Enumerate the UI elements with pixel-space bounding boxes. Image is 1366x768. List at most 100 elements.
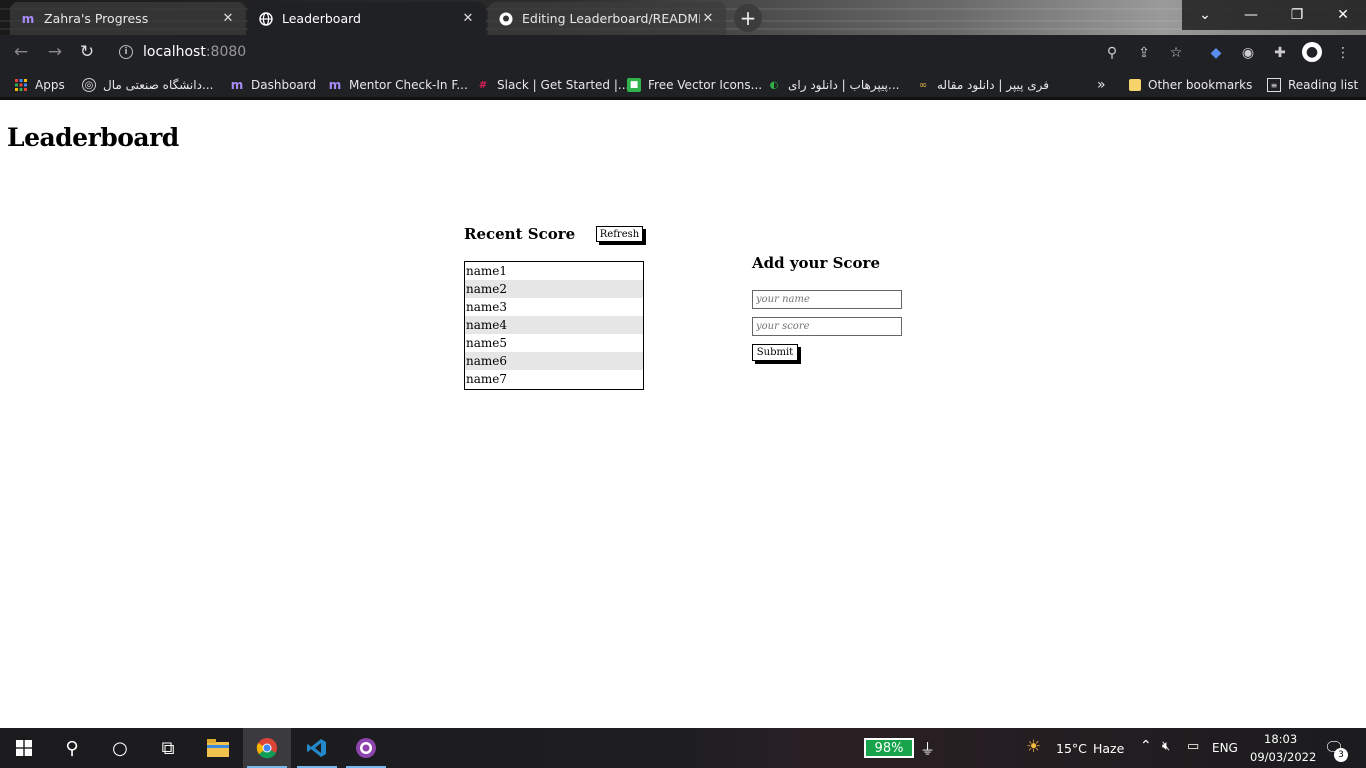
tab-title: Editing Leaderboard/README.m	[522, 11, 700, 26]
profile-avatar-icon[interactable]: ●	[1302, 42, 1322, 62]
github-icon	[498, 11, 514, 27]
bookmark-other-folder[interactable]: Other bookmarks	[1129, 76, 1252, 94]
page-title: Leaderboard	[7, 123, 179, 152]
list-item: name6	[465, 352, 643, 370]
list-item: name7	[466, 372, 507, 386]
reading-list-icon: ≡	[1267, 78, 1281, 92]
close-icon[interactable]: ✕	[700, 11, 716, 27]
paperhub-icon: ◐	[769, 79, 779, 91]
bookmark-label: Other bookmarks	[1148, 78, 1253, 92]
charging-plug-icon: ⏚	[920, 740, 936, 758]
bookmark-label: Mentor Check-In F...	[349, 78, 468, 92]
weather-desc[interactable]: Haze	[1093, 741, 1124, 756]
bookmark-label: Apps	[35, 78, 65, 92]
list-item: name5	[466, 336, 507, 350]
tab-search-chevron-icon[interactable]: ⌄	[1182, 0, 1228, 30]
list-item: name4	[465, 316, 643, 334]
show-hidden-icons-chevron-icon[interactable]: ⌃	[1140, 738, 1152, 754]
zoom-icon[interactable]: ⚲	[1103, 44, 1121, 62]
extension-shield-icon[interactable]: ◆	[1207, 44, 1225, 62]
new-tab-button[interactable]: +	[734, 4, 762, 32]
weather-temp[interactable]: 15°C	[1056, 741, 1087, 756]
clock-date[interactable]: 09/03/2022	[1250, 750, 1316, 764]
tab-title: Leaderboard	[282, 11, 361, 26]
search-icon[interactable]: ⚲	[48, 728, 96, 768]
battery-meter[interactable]: 98%	[864, 738, 914, 758]
reload-icon[interactable]: ↻	[77, 42, 97, 62]
close-icon[interactable]: ✕	[460, 11, 476, 27]
bookmark-label: پیپرهاب | دانلود رای...	[788, 78, 900, 92]
tab-title: Zahra's Progress	[44, 11, 149, 26]
score-input[interactable]	[752, 317, 902, 336]
address-bar[interactable]: i localhost:8080	[108, 39, 1158, 65]
bookmark-freepaper[interactable]: ∞ فری پیپر | دانلود مقاله	[916, 76, 1049, 94]
github-desktop-icon[interactable]	[342, 728, 390, 768]
clock-time[interactable]: 18:03	[1264, 732, 1297, 746]
bookmark-apps[interactable]: Apps	[14, 76, 65, 94]
bookmark-paperhub[interactable]: ◐ پیپرهاب | دانلود رای...	[767, 76, 900, 94]
refresh-button[interactable]: Refresh	[596, 226, 643, 242]
list-item: name1	[466, 264, 507, 278]
submit-button[interactable]: Submit	[752, 344, 798, 361]
university-icon: ◎	[82, 78, 96, 92]
m-logo-icon: m	[230, 78, 244, 92]
score-list: name1 name2 name3 name4 name5 name6 name…	[464, 261, 644, 390]
m-logo-icon: m	[328, 78, 342, 92]
add-score-heading: Add your Score	[752, 254, 881, 272]
list-item: name3	[466, 300, 507, 314]
cortana-circle-icon[interactable]: ○	[96, 728, 144, 768]
extensions-puzzle-icon[interactable]: ✚	[1271, 44, 1289, 62]
vscode-icon[interactable]	[293, 728, 341, 768]
weather-sun-icon[interactable]: ☀	[1026, 737, 1041, 757]
name-input[interactable]	[752, 290, 902, 309]
url-host: localhost	[143, 44, 206, 60]
browser-toolbar: ← → ↻ i localhost:8080 ⚲ ⇪ ☆ ◆ ◉ ✚ ● ⋮	[0, 35, 1366, 69]
bookmark-dashboard[interactable]: m Dashboard	[230, 76, 316, 94]
bookmark-slack[interactable]: # Slack | Get Started |...	[476, 76, 630, 94]
window-close-icon[interactable]: ✕	[1320, 0, 1366, 30]
bookmark-label: Reading list	[1288, 78, 1359, 92]
task-view-icon[interactable]: ⧉	[144, 728, 192, 768]
m-logo-icon: m	[21, 11, 35, 26]
folder-icon	[1129, 79, 1141, 91]
close-icon[interactable]: ✕	[220, 11, 236, 27]
bookmark-mentor-checkin[interactable]: m Mentor Check-In F...	[328, 76, 468, 94]
restore-icon[interactable]: ❐	[1274, 0, 1320, 30]
bookmark-label: دانشگاه صنعتی مال...	[103, 78, 214, 92]
bookmark-label: Dashboard	[251, 78, 317, 92]
battery-tray-icon[interactable]: ▭	[1187, 739, 1199, 754]
share-icon[interactable]: ⇪	[1135, 44, 1153, 62]
bookmarks-overflow-button[interactable]: »	[1097, 76, 1106, 94]
bookmark-free-vector-icons[interactable]: ■ Free Vector Icons...	[627, 76, 762, 94]
bookmark-label: Slack | Get Started |...	[497, 78, 630, 92]
tab-zahras-progress[interactable]: m Zahra's Progress ✕	[10, 2, 246, 35]
recent-score-heading: Recent Score	[464, 225, 576, 243]
forward-arrow-icon[interactable]: →	[45, 42, 65, 62]
menu-kebab-icon[interactable]: ⋮	[1334, 44, 1352, 62]
file-explorer-icon[interactable]	[194, 728, 242, 768]
chrome-icon[interactable]	[243, 728, 291, 768]
bookmark-label: Free Vector Icons...	[648, 78, 763, 92]
apps-grid-icon	[14, 78, 28, 92]
minimize-icon[interactable]: —	[1228, 0, 1274, 30]
list-item: name2	[465, 280, 643, 298]
bookmark-star-icon[interactable]: ☆	[1167, 44, 1185, 62]
url-port: :8080	[205, 44, 247, 60]
tab-editing-readme[interactable]: Editing Leaderboard/README.m ✕	[488, 2, 726, 35]
start-windows-icon[interactable]	[0, 728, 48, 768]
site-info-icon[interactable]: i	[119, 45, 133, 59]
page-content: Leaderboard Recent Score Refresh name1 n…	[0, 103, 1366, 728]
flaticon-icon: ■	[627, 78, 641, 92]
bookmark-university[interactable]: ◎ دانشگاه صنعتی مال...	[82, 76, 213, 94]
tab-strip: m Zahra's Progress ✕ Leaderboard ✕ Editi…	[0, 0, 1366, 35]
back-arrow-icon[interactable]: ←	[11, 42, 31, 62]
globe-icon	[258, 11, 274, 27]
notification-count-badge: 3	[1334, 748, 1348, 762]
tab-leaderboard[interactable]: Leaderboard ✕	[248, 2, 486, 35]
volume-muted-icon[interactable]: 🔇︎	[1162, 739, 1170, 754]
bookmarks-bar: Apps ◎ دانشگاه صنعتی مال... m Dashboard …	[0, 69, 1366, 100]
language-indicator[interactable]: ENG	[1212, 741, 1238, 755]
reading-list-button[interactable]: ≡ Reading list	[1267, 76, 1358, 94]
glasses-icon: ∞	[918, 79, 928, 91]
incognito-extension-icon[interactable]: ◉	[1239, 44, 1257, 62]
